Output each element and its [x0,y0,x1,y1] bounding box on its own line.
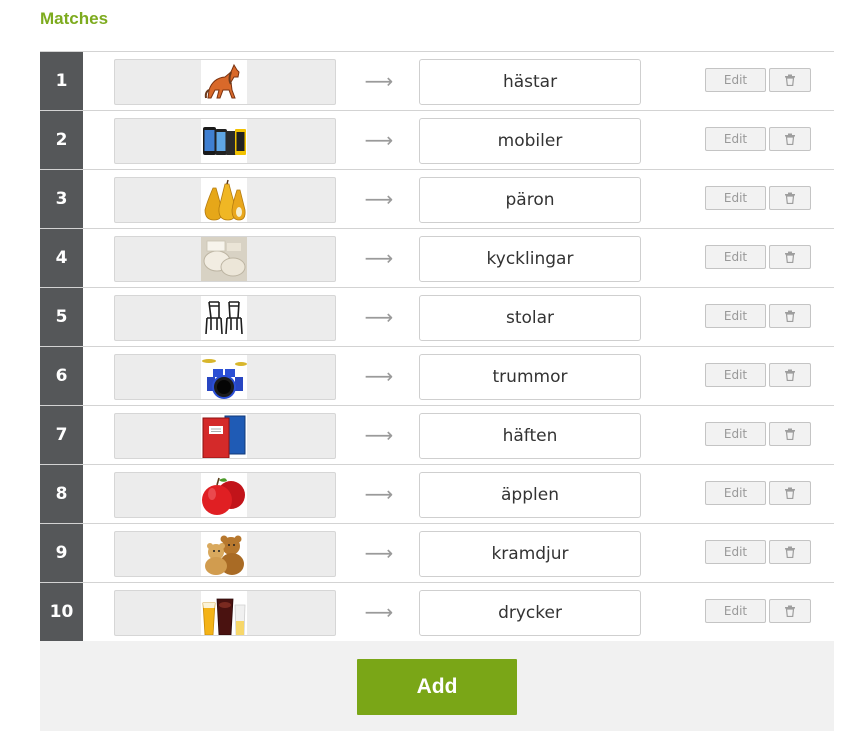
edit-button[interactable]: Edit [705,186,766,210]
image-slot[interactable] [114,177,336,223]
trash-icon [784,602,796,621]
phone-icon [201,119,247,163]
delete-button[interactable] [769,304,811,328]
apple-icon [201,473,247,517]
trash-icon [784,366,796,385]
delete-button[interactable] [769,363,811,387]
trash-icon [784,425,796,444]
chair-icon [201,296,247,340]
image-slot[interactable] [114,295,336,341]
matches-list: 1 ⟶ hästar Edit 2 ⟶ mobiler Edit 3 ⟶ pär… [40,51,834,642]
delete-button[interactable] [769,481,811,505]
pear-icon [201,178,247,222]
image-slot[interactable] [114,472,336,518]
row-number: 3 [40,170,83,228]
arrow-right-icon: ⟶ [364,364,394,388]
trash-icon [784,484,796,503]
delete-button[interactable] [769,245,811,269]
arrow-right-icon: ⟶ [364,246,394,270]
match-word[interactable]: häften [419,413,641,459]
match-row: 7 ⟶ häften Edit [40,406,834,465]
edit-button[interactable]: Edit [705,363,766,387]
match-row: 8 ⟶ äpplen Edit [40,465,834,524]
trash-icon [784,543,796,562]
arrow-right-icon: ⟶ [364,305,394,329]
drum-icon [201,355,247,399]
match-row: 2 ⟶ mobiler Edit [40,111,834,170]
footer-bar: Add [40,641,834,731]
edit-button[interactable]: Edit [705,304,766,328]
row-number: 9 [40,524,83,582]
row-number: 1 [40,52,83,110]
trash-icon [784,71,796,90]
match-row: 1 ⟶ hästar Edit [40,52,834,111]
arrow-right-icon: ⟶ [364,541,394,565]
match-word[interactable]: trummor [419,354,641,400]
row-number: 7 [40,406,83,464]
edit-button[interactable]: Edit [705,540,766,564]
delete-button[interactable] [769,127,811,151]
edit-button[interactable]: Edit [705,127,766,151]
row-number: 4 [40,229,83,287]
match-row: 9 ⟶ kramdjur Edit [40,524,834,583]
delete-button[interactable] [769,599,811,623]
match-row: 5 ⟶ stolar Edit [40,288,834,347]
match-row: 6 ⟶ trummor Edit [40,347,834,406]
row-number: 5 [40,288,83,346]
delete-button[interactable] [769,68,811,92]
delete-button[interactable] [769,540,811,564]
match-row: 4 ⟶ kycklingar Edit [40,229,834,288]
arrow-right-icon: ⟶ [364,128,394,152]
horse-icon [201,60,247,104]
match-word[interactable]: hästar [419,59,641,105]
trash-icon [784,130,796,149]
image-slot[interactable] [114,118,336,164]
match-word[interactable]: äpplen [419,472,641,518]
match-word[interactable]: kramdjur [419,531,641,577]
arrow-right-icon: ⟶ [364,482,394,506]
match-word[interactable]: päron [419,177,641,223]
match-word[interactable]: drycker [419,590,641,636]
row-number: 2 [40,111,83,169]
arrow-right-icon: ⟶ [364,423,394,447]
drink-icon [201,591,247,635]
edit-button[interactable]: Edit [705,481,766,505]
match-row: 3 ⟶ päron Edit [40,170,834,229]
image-slot[interactable] [114,413,336,459]
notebook-icon [201,414,247,458]
edit-button[interactable]: Edit [705,68,766,92]
edit-button[interactable]: Edit [705,599,766,623]
image-slot[interactable] [114,531,336,577]
image-slot[interactable] [114,590,336,636]
trash-icon [784,189,796,208]
delete-button[interactable] [769,422,811,446]
add-button[interactable]: Add [357,659,517,715]
image-slot[interactable] [114,354,336,400]
row-number: 8 [40,465,83,523]
row-number: 6 [40,347,83,405]
row-number: 10 [40,583,83,641]
match-word[interactable]: mobiler [419,118,641,164]
match-word[interactable]: kycklingar [419,236,641,282]
match-word[interactable]: stolar [419,295,641,341]
trash-icon [784,307,796,326]
edit-button[interactable]: Edit [705,422,766,446]
delete-button[interactable] [769,186,811,210]
image-slot[interactable] [114,236,336,282]
teddy-bear-icon [201,532,247,576]
image-slot[interactable] [114,59,336,105]
page-title: Matches [40,9,109,28]
edit-button[interactable]: Edit [705,245,766,269]
arrow-right-icon: ⟶ [364,187,394,211]
arrow-right-icon: ⟶ [364,69,394,93]
trash-icon [784,248,796,267]
arrow-right-icon: ⟶ [364,600,394,624]
match-row: 10 ⟶ drycker Edit [40,583,834,642]
chicken-icon [201,237,247,281]
